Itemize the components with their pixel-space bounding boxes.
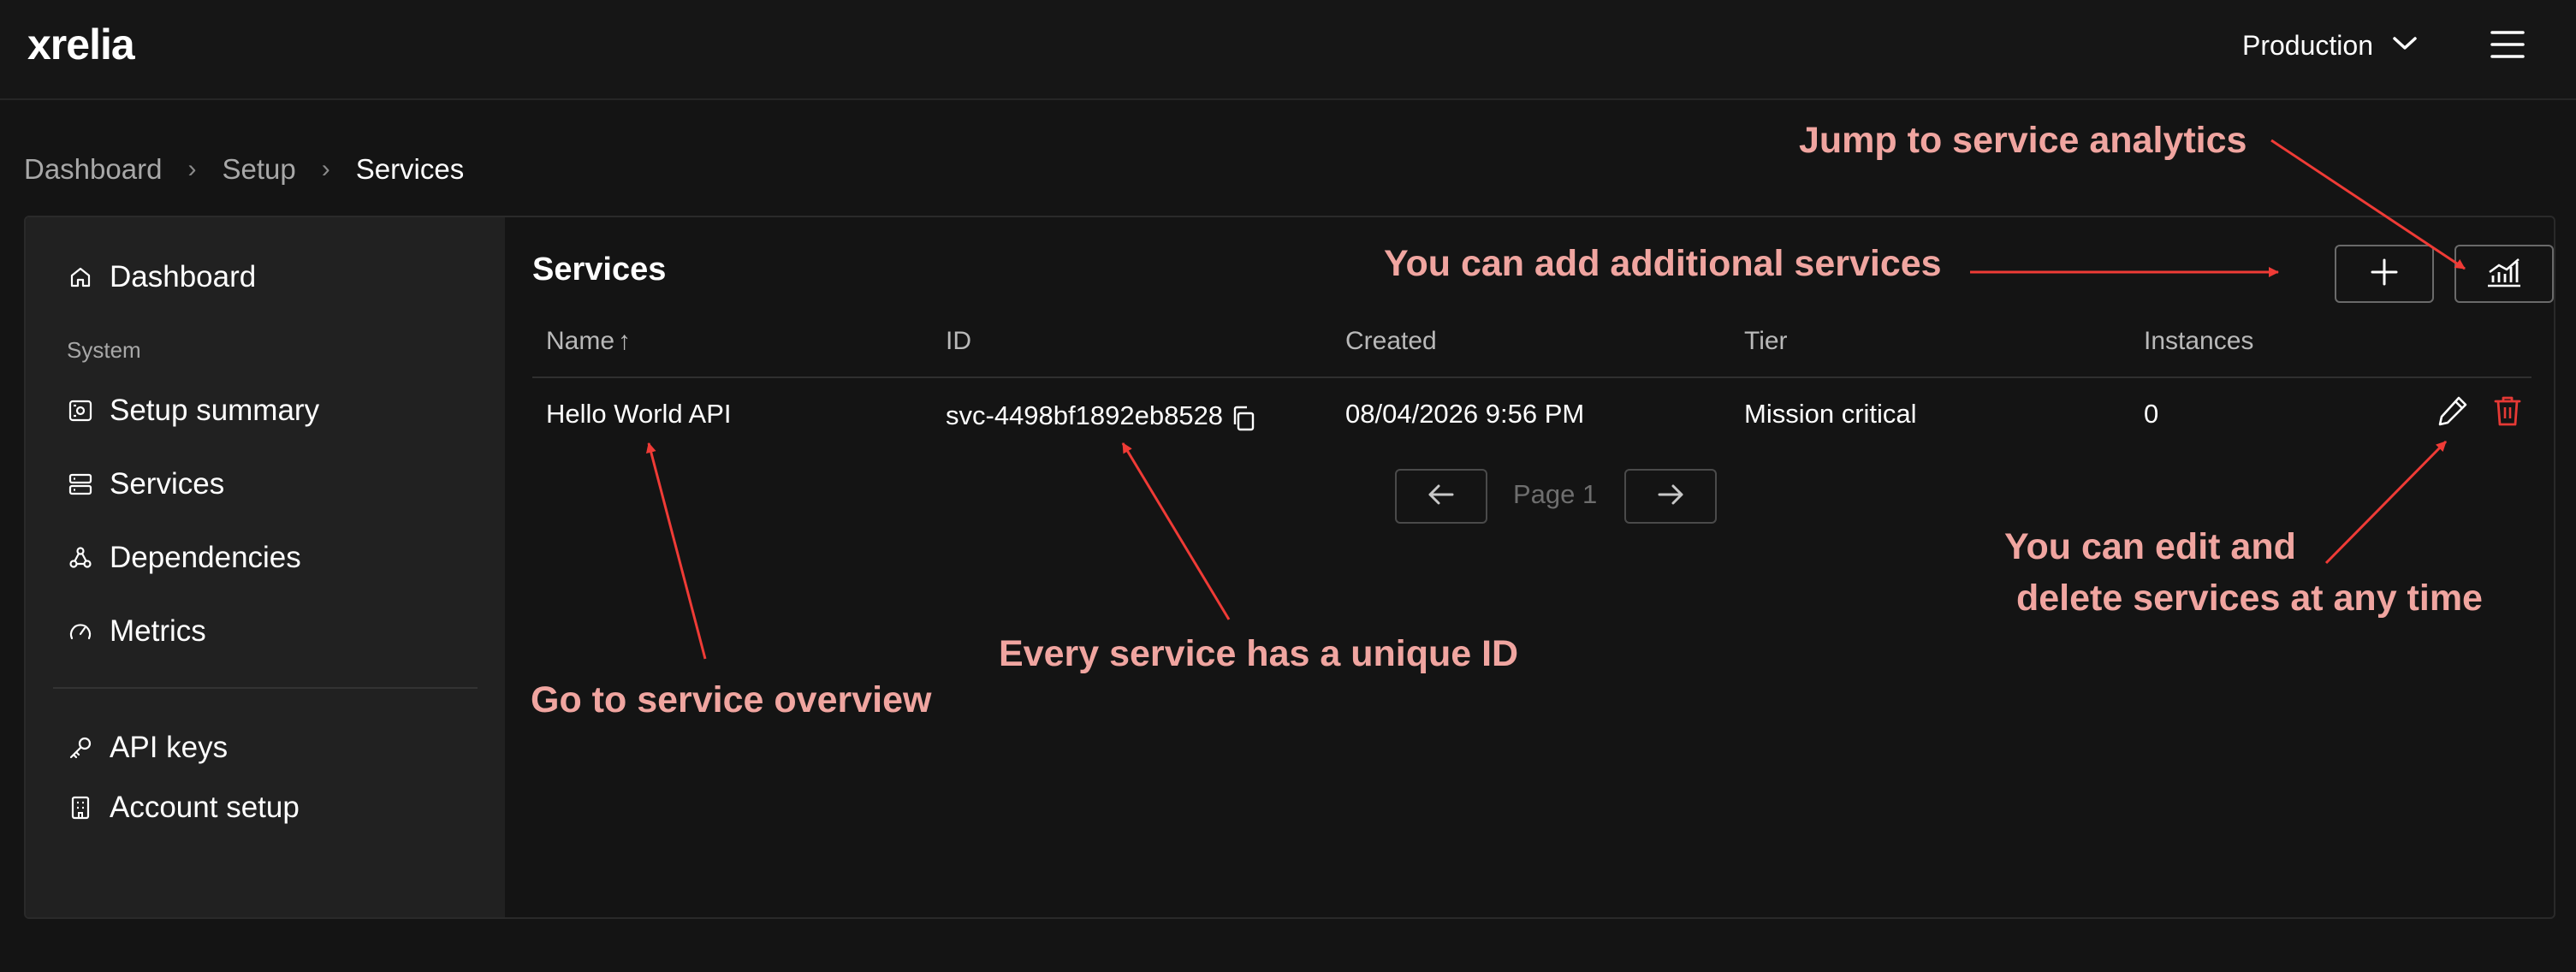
service-id: svc-4498bf1892eb8528 [946,400,1224,430]
copy-icon[interactable] [1230,404,1257,433]
building-icon [67,794,94,821]
sidebar-section-system: System [67,337,141,363]
sort-ascending-icon: ↑ [618,327,632,355]
sidebar-item-setup-summary[interactable]: Setup summary [67,387,319,435]
instances-cell: 0 [2144,399,2159,429]
environment-select[interactable]: Production [2242,22,2418,68]
sidebar-item-api-keys[interactable]: API keys [67,724,228,772]
next-page-button[interactable] [1624,469,1717,524]
sidebar-item-account-setup[interactable]: Account setup [67,784,300,832]
service-id-cell: svc-4498bf1892eb8528 [946,399,1257,433]
breadcrumb-separator: › [321,155,330,183]
sidebar-item-label: Dashboard [110,260,257,293]
table-row[interactable]: Hello World API svc-4498bf1892eb8528 08/… [532,380,2531,457]
annotation-unique-id: Every service has a unique ID [999,633,1519,674]
breadcrumb-setup[interactable]: Setup [222,153,295,186]
breadcrumb: Dashboard › Setup › Services [24,149,464,190]
sidebar-item-label: Services [110,467,225,501]
column-header-tier: Tier [1744,327,1788,355]
analytics-chart-icon [2484,255,2524,293]
sidebar-item-services[interactable]: Services [67,460,224,508]
sidebar-item-label: Setup summary [110,394,320,427]
sidebar-item-metrics[interactable]: Metrics [67,608,206,655]
top-bar: xrelia Production [0,0,2576,100]
tier-cell: Mission critical [1744,399,1917,429]
logo[interactable]: xrelia [27,19,135,70]
sidebar-item-label: Dependencies [110,541,301,574]
sidebar-item-label: Account setup [110,791,300,824]
annotation-edit-delete: You can edit and delete services at any … [1994,521,2508,624]
plus-icon [2369,257,2400,292]
breadcrumb-separator: › [187,155,197,183]
breadcrumb-services: Services [355,153,465,185]
column-header-name[interactable]: Name ↑ [546,327,631,356]
arrow-left-icon [1427,483,1456,511]
annotation-edit-line-2: delete services at any time [2016,578,2483,619]
hamburger-menu-icon[interactable] [2487,24,2528,65]
delete-trash-icon[interactable] [2489,392,2526,430]
sidebar-divider [53,687,478,689]
sidebar-item-dashboard[interactable]: Dashboard [67,253,256,301]
annotation-analytics: Jump to service analytics [1799,120,2247,161]
column-header-id: ID [946,327,971,355]
sidebar-item-label: Metrics [110,614,206,648]
arrow-right-icon [1656,483,1685,511]
edit-pencil-icon[interactable] [2434,392,2472,430]
created-date-cell: 08/04/2026 9:56 PM [1345,399,1585,429]
sidebar-item-dependencies[interactable]: Dependencies [67,534,301,582]
column-header-instances: Instances [2144,327,2254,355]
annotation-edit-line-1: You can edit and [2004,526,2296,567]
home-icon [67,264,94,291]
breadcrumb-dashboard[interactable]: Dashboard [24,153,162,186]
column-header-created: Created [1345,327,1437,355]
chevron-down-icon [2392,35,2418,56]
setup-summary-icon [67,397,94,424]
webhook-icon [67,544,94,572]
sidebar: Dashboard System Setup summary Services … [26,217,505,917]
pagination: Page 1 [505,469,2554,524]
service-analytics-button[interactable] [2454,245,2554,303]
add-service-button[interactable] [2335,245,2434,303]
column-header-name-label: Name [546,327,615,355]
previous-page-button[interactable] [1395,469,1487,524]
table-header: Name ↑ ID Created Tier Instances [532,318,2531,378]
key-icon [67,734,94,762]
service-name-link[interactable]: Hello World API [546,399,732,430]
server-icon [67,471,94,498]
page-indicator: Page 1 [1513,479,1598,509]
annotation-add-services: You can add additional services [1384,243,1942,284]
page-title: Services [532,252,667,287]
gauge-icon [67,618,94,645]
annotation-service-overview: Go to service overview [531,679,932,720]
environment-label: Production [2242,29,2373,61]
logo-text: xrelia [27,21,135,68]
sidebar-item-label: API keys [110,731,229,764]
